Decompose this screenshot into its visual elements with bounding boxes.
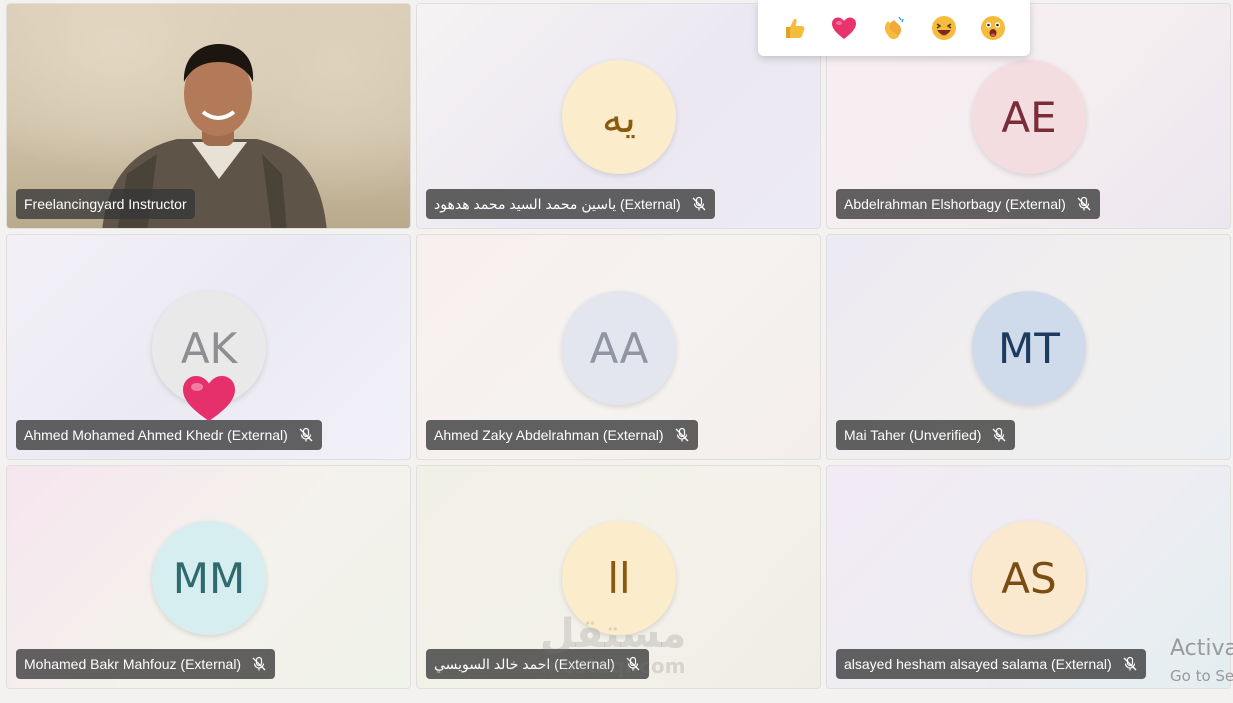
participant-tile-6[interactable]: MM Mohamed Bakr Mahfouz (External)	[6, 465, 411, 689]
participant-name-tag: Mai Taher (Unverified)	[836, 420, 1016, 450]
participant-name: Abdelrahman Elshorbagy (External)	[844, 196, 1066, 212]
avatar-initials: يه	[601, 92, 637, 142]
windows-activation-notice: Activa Go to Se	[1170, 636, 1233, 685]
mic-off-icon	[691, 196, 707, 212]
mic-off-icon	[251, 656, 267, 672]
participant-name-tag: Ahmed Zaky Abdelrahman (External)	[426, 420, 698, 450]
participant-name-tag: alsayed hesham alsayed salama (External)	[836, 649, 1146, 679]
participant-name: alsayed hesham alsayed salama (External)	[844, 656, 1112, 672]
laughing-face-icon[interactable]	[927, 11, 961, 45]
surprised-face-icon[interactable]	[976, 11, 1010, 45]
avatar-initials: MT	[998, 323, 1060, 373]
participant-name-tag: Freelancingyard Instructor	[16, 189, 195, 219]
avatar-initials: AA	[589, 323, 649, 373]
floating-heart-icon	[183, 376, 235, 421]
participant-name: Mohamed Bakr Mahfouz (External)	[24, 656, 242, 672]
participant-name: ياسين محمد السيد محمد هدهود (External)	[434, 195, 681, 212]
meeting-stage: Freelancingyard Instructor يه ياسين محمد…	[0, 0, 1233, 703]
participant-name-tag: Mohamed Bakr Mahfouz (External)	[16, 649, 276, 679]
mic-off-icon	[991, 427, 1007, 443]
mic-off-icon	[1122, 656, 1138, 672]
activation-title: Activa	[1170, 636, 1233, 661]
participant-avatar: يه	[562, 60, 676, 174]
participant-avatar: MM	[152, 521, 266, 635]
participant-name-tag: Ahmed Mohamed Ahmed Khedr (External)	[16, 420, 322, 450]
avatar-initials: AS	[1001, 553, 1057, 603]
participant-tile-instructor[interactable]: Freelancingyard Instructor	[6, 3, 411, 229]
participant-name: Ahmed Zaky Abdelrahman (External)	[434, 427, 664, 443]
avatar-initials: AE	[1001, 92, 1057, 142]
mic-off-icon	[674, 427, 690, 443]
participant-name: Mai Taher (Unverified)	[844, 427, 982, 443]
mic-off-icon	[1076, 196, 1092, 212]
participant-name: Freelancingyard Instructor	[24, 196, 187, 212]
watermark: مستقل mostaql.com	[540, 614, 686, 676]
reaction-bar	[758, 0, 1030, 56]
participant-name-tag: Abdelrahman Elshorbagy (External)	[836, 189, 1100, 219]
participant-tile-3[interactable]: AK Ahmed Mohamed Ahmed Khedr (External)	[6, 234, 411, 460]
avatar-initials: MM	[172, 553, 246, 603]
watermark-logo-text: مستقل	[540, 611, 687, 657]
heart-icon[interactable]	[827, 11, 861, 45]
participant-avatar: AE	[972, 60, 1086, 174]
mic-off-icon	[298, 427, 314, 443]
avatar-initials: AK	[180, 323, 238, 373]
participant-name: Ahmed Mohamed Ahmed Khedr (External)	[24, 427, 288, 443]
participant-avatar: AS	[972, 521, 1086, 635]
participant-name-tag: ياسين محمد السيد محمد هدهود (External)	[426, 189, 715, 219]
participant-tile-5[interactable]: MT Mai Taher (Unverified)	[826, 234, 1231, 460]
avatar-initials: اا	[607, 553, 631, 603]
activation-subtitle: Go to Se	[1170, 667, 1233, 685]
thumbs-up-icon[interactable]	[778, 11, 812, 45]
clapping-hands-icon[interactable]	[877, 11, 911, 45]
participant-tile-4[interactable]: AA Ahmed Zaky Abdelrahman (External)	[416, 234, 821, 460]
participant-avatar: AA	[562, 291, 676, 405]
participant-avatar: MT	[972, 291, 1086, 405]
watermark-url: mostaql.com	[540, 654, 686, 678]
